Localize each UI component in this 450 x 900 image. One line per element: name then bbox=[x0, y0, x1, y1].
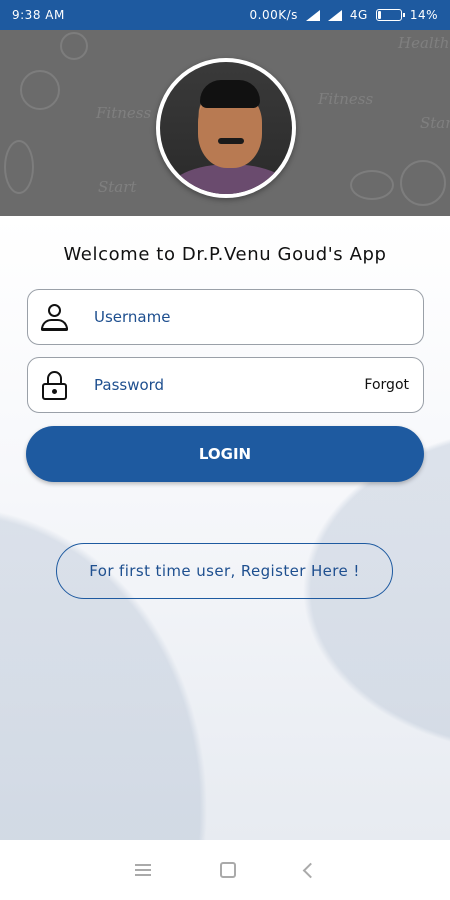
network-type: 4G bbox=[349, 8, 368, 22]
signal-icon-2 bbox=[327, 9, 342, 21]
welcome-title: Welcome to Dr.P.Venu Goud's App bbox=[63, 244, 387, 265]
profile-header: Fitness Start Health Start Fitness bbox=[0, 30, 450, 216]
username-field[interactable] bbox=[27, 289, 424, 345]
password-field[interactable]: Forgot bbox=[27, 357, 424, 413]
network-speed: 0.00K/s bbox=[249, 8, 298, 22]
avatar bbox=[156, 58, 296, 198]
menu-icon[interactable] bbox=[134, 864, 151, 876]
doodle-text: Health bbox=[398, 34, 450, 52]
signal-icon bbox=[305, 9, 320, 21]
register-button[interactable]: For first time user, Register Here ! bbox=[56, 543, 393, 599]
doodle-text: Fitness bbox=[96, 104, 152, 122]
login-button[interactable]: LOGIN bbox=[26, 426, 424, 482]
doodle-text: Start bbox=[98, 178, 137, 196]
status-bar: 9:38 AM 0.00K/s 4G 14% bbox=[0, 0, 450, 30]
avatar-shirt bbox=[166, 164, 292, 194]
avatar-moustache bbox=[218, 138, 244, 144]
battery-icon bbox=[375, 9, 405, 21]
doodle-shape bbox=[350, 170, 394, 200]
lock-icon bbox=[40, 371, 68, 400]
status-right: 0.00K/s 4G 14% bbox=[250, 8, 439, 22]
status-time: 9:38 AM bbox=[12, 8, 65, 22]
user-icon bbox=[40, 303, 68, 331]
forgot-password-link[interactable]: Forgot bbox=[364, 377, 409, 393]
battery-fill bbox=[377, 11, 382, 19]
username-input[interactable] bbox=[94, 308, 423, 326]
home-icon[interactable] bbox=[219, 862, 236, 878]
doodle-shape bbox=[20, 70, 60, 110]
doodle-text: Fitness bbox=[318, 90, 374, 108]
back-icon[interactable] bbox=[302, 862, 318, 878]
system-nav-bar bbox=[0, 840, 450, 900]
battery-level: 14% bbox=[409, 8, 438, 22]
doodle-shape bbox=[4, 140, 34, 194]
doodle-shape bbox=[60, 32, 88, 60]
password-input[interactable] bbox=[94, 376, 365, 394]
doodle-text: Start bbox=[420, 114, 450, 132]
avatar-hair bbox=[200, 80, 260, 108]
doodle-shape bbox=[400, 160, 446, 206]
